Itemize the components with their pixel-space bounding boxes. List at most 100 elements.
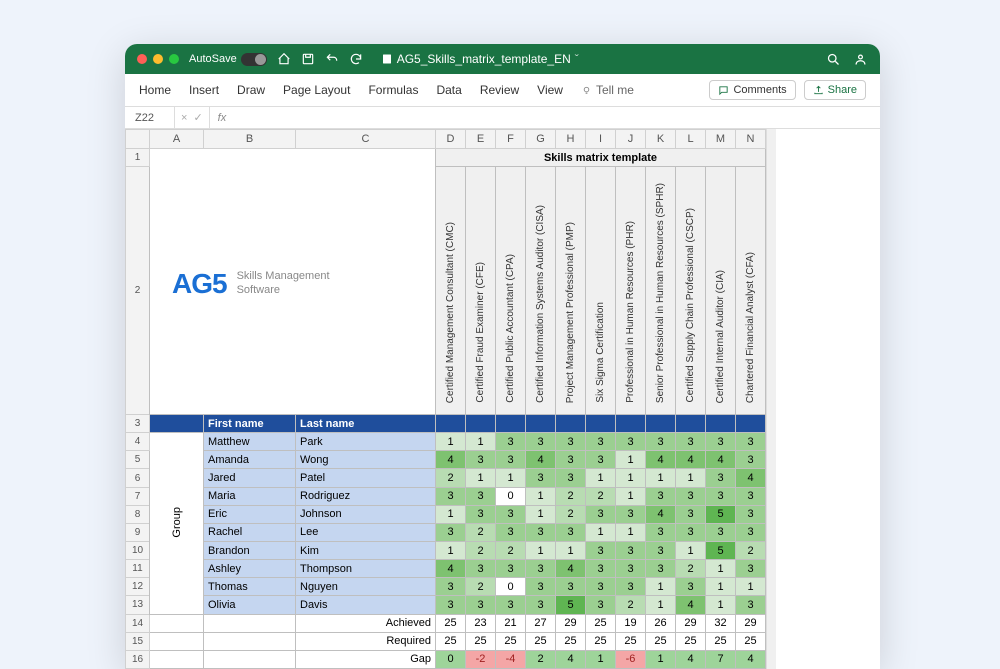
summary-value[interactable]: 25 — [526, 632, 556, 650]
score-cell[interactable]: 3 — [496, 560, 526, 578]
score-cell[interactable]: 1 — [496, 469, 526, 487]
tell-me[interactable]: Tell me — [581, 83, 634, 97]
row-header[interactable]: 13 — [126, 596, 150, 614]
window-controls[interactable] — [137, 54, 179, 64]
score-cell[interactable]: 3 — [526, 596, 556, 614]
autosave-toggle[interactable]: AutoSave — [189, 53, 267, 66]
summary-value[interactable]: 7 — [706, 650, 736, 668]
score-cell[interactable]: 3 — [706, 433, 736, 451]
summary-value[interactable]: 4 — [556, 650, 586, 668]
score-cell[interactable]: 3 — [436, 596, 466, 614]
score-cell[interactable]: 3 — [436, 578, 466, 596]
score-cell[interactable]: 3 — [646, 433, 676, 451]
summary-value[interactable]: 25 — [466, 632, 496, 650]
score-cell[interactable]: 3 — [466, 451, 496, 469]
grid[interactable]: ABCDEFGHIJKLMN1 AG5 Skills ManagementSof… — [125, 129, 766, 669]
row-header[interactable]: 5 — [126, 451, 150, 469]
last-name-cell[interactable]: Rodriguez — [296, 487, 436, 505]
row-header[interactable]: 12 — [126, 578, 150, 596]
score-cell[interactable]: 3 — [466, 505, 496, 523]
col-header[interactable]: N — [736, 130, 766, 149]
tab-insert[interactable]: Insert — [189, 83, 219, 97]
col-header[interactable]: L — [676, 130, 706, 149]
score-cell[interactable]: 2 — [466, 542, 496, 560]
tab-data[interactable]: Data — [436, 83, 461, 97]
summary-value[interactable]: 25 — [646, 632, 676, 650]
score-cell[interactable]: 3 — [646, 523, 676, 541]
last-name-cell[interactable]: Davis — [296, 596, 436, 614]
score-cell[interactable]: 1 — [676, 542, 706, 560]
summary-value[interactable]: 29 — [676, 614, 706, 632]
col-header[interactable]: A — [150, 130, 204, 149]
summary-value[interactable]: 1 — [586, 650, 616, 668]
summary-value[interactable]: 0 — [436, 650, 466, 668]
redo-icon[interactable] — [349, 52, 363, 66]
summary-value[interactable]: 25 — [616, 632, 646, 650]
summary-value[interactable]: 25 — [436, 632, 466, 650]
col-header[interactable]: E — [466, 130, 496, 149]
score-cell[interactable]: 3 — [616, 542, 646, 560]
score-cell[interactable]: 2 — [436, 469, 466, 487]
score-cell[interactable]: 3 — [526, 433, 556, 451]
confirm-icon[interactable]: ✓ — [193, 111, 202, 124]
col-header[interactable]: J — [616, 130, 646, 149]
home-icon[interactable] — [277, 52, 291, 66]
minimize-icon[interactable] — [153, 54, 163, 64]
summary-value[interactable]: 21 — [496, 614, 526, 632]
score-cell[interactable]: 3 — [616, 560, 646, 578]
score-cell[interactable]: 1 — [646, 596, 676, 614]
score-cell[interactable]: 1 — [706, 578, 736, 596]
score-cell[interactable]: 3 — [736, 451, 766, 469]
row-header[interactable]: 8 — [126, 505, 150, 523]
score-cell[interactable]: 3 — [436, 523, 466, 541]
score-cell[interactable]: 3 — [496, 433, 526, 451]
score-cell[interactable]: 3 — [646, 560, 676, 578]
score-cell[interactable]: 1 — [556, 542, 586, 560]
score-cell[interactable]: 3 — [496, 523, 526, 541]
row-header[interactable]: 6 — [126, 469, 150, 487]
tab-draw[interactable]: Draw — [237, 83, 265, 97]
first-name-cell[interactable]: Matthew — [204, 433, 296, 451]
score-cell[interactable]: 3 — [616, 505, 646, 523]
score-cell[interactable]: 4 — [676, 451, 706, 469]
row-header[interactable]: 7 — [126, 487, 150, 505]
last-name-cell[interactable]: Kim — [296, 542, 436, 560]
score-cell[interactable]: 3 — [616, 433, 646, 451]
score-cell[interactable]: 5 — [556, 596, 586, 614]
score-cell[interactable]: 3 — [676, 433, 706, 451]
col-header[interactable]: D — [436, 130, 466, 149]
score-cell[interactable]: 1 — [706, 596, 736, 614]
save-icon[interactable] — [301, 52, 315, 66]
summary-value[interactable]: -2 — [466, 650, 496, 668]
search-icon[interactable] — [826, 52, 841, 67]
summary-value[interactable]: 25 — [556, 632, 586, 650]
vertical-scrollbar[interactable] — [766, 129, 776, 669]
score-cell[interactable]: 3 — [466, 560, 496, 578]
score-cell[interactable]: 1 — [676, 469, 706, 487]
score-cell[interactable]: 3 — [676, 523, 706, 541]
score-cell[interactable]: 3 — [496, 596, 526, 614]
score-cell[interactable]: 1 — [586, 523, 616, 541]
score-cell[interactable]: 3 — [586, 451, 616, 469]
score-cell[interactable]: 3 — [646, 542, 676, 560]
score-cell[interactable]: 3 — [466, 596, 496, 614]
score-cell[interactable]: 3 — [436, 487, 466, 505]
row-header[interactable]: 3 — [126, 415, 150, 433]
fx-label[interactable]: fx — [210, 112, 235, 124]
row-header[interactable]: 14 — [126, 614, 150, 632]
score-cell[interactable]: 2 — [736, 542, 766, 560]
share-button[interactable]: Share — [804, 80, 866, 100]
score-cell[interactable]: 1 — [436, 433, 466, 451]
score-cell[interactable]: 1 — [436, 542, 466, 560]
summary-value[interactable]: 32 — [706, 614, 736, 632]
score-cell[interactable]: 1 — [646, 469, 676, 487]
col-header[interactable]: G — [526, 130, 556, 149]
score-cell[interactable]: 1 — [616, 469, 646, 487]
score-cell[interactable]: 2 — [466, 523, 496, 541]
score-cell[interactable]: 3 — [676, 505, 706, 523]
score-cell[interactable]: 3 — [586, 505, 616, 523]
score-cell[interactable]: 1 — [526, 542, 556, 560]
score-cell[interactable]: 0 — [496, 487, 526, 505]
score-cell[interactable]: 2 — [466, 578, 496, 596]
first-name-cell[interactable]: Brandon — [204, 542, 296, 560]
